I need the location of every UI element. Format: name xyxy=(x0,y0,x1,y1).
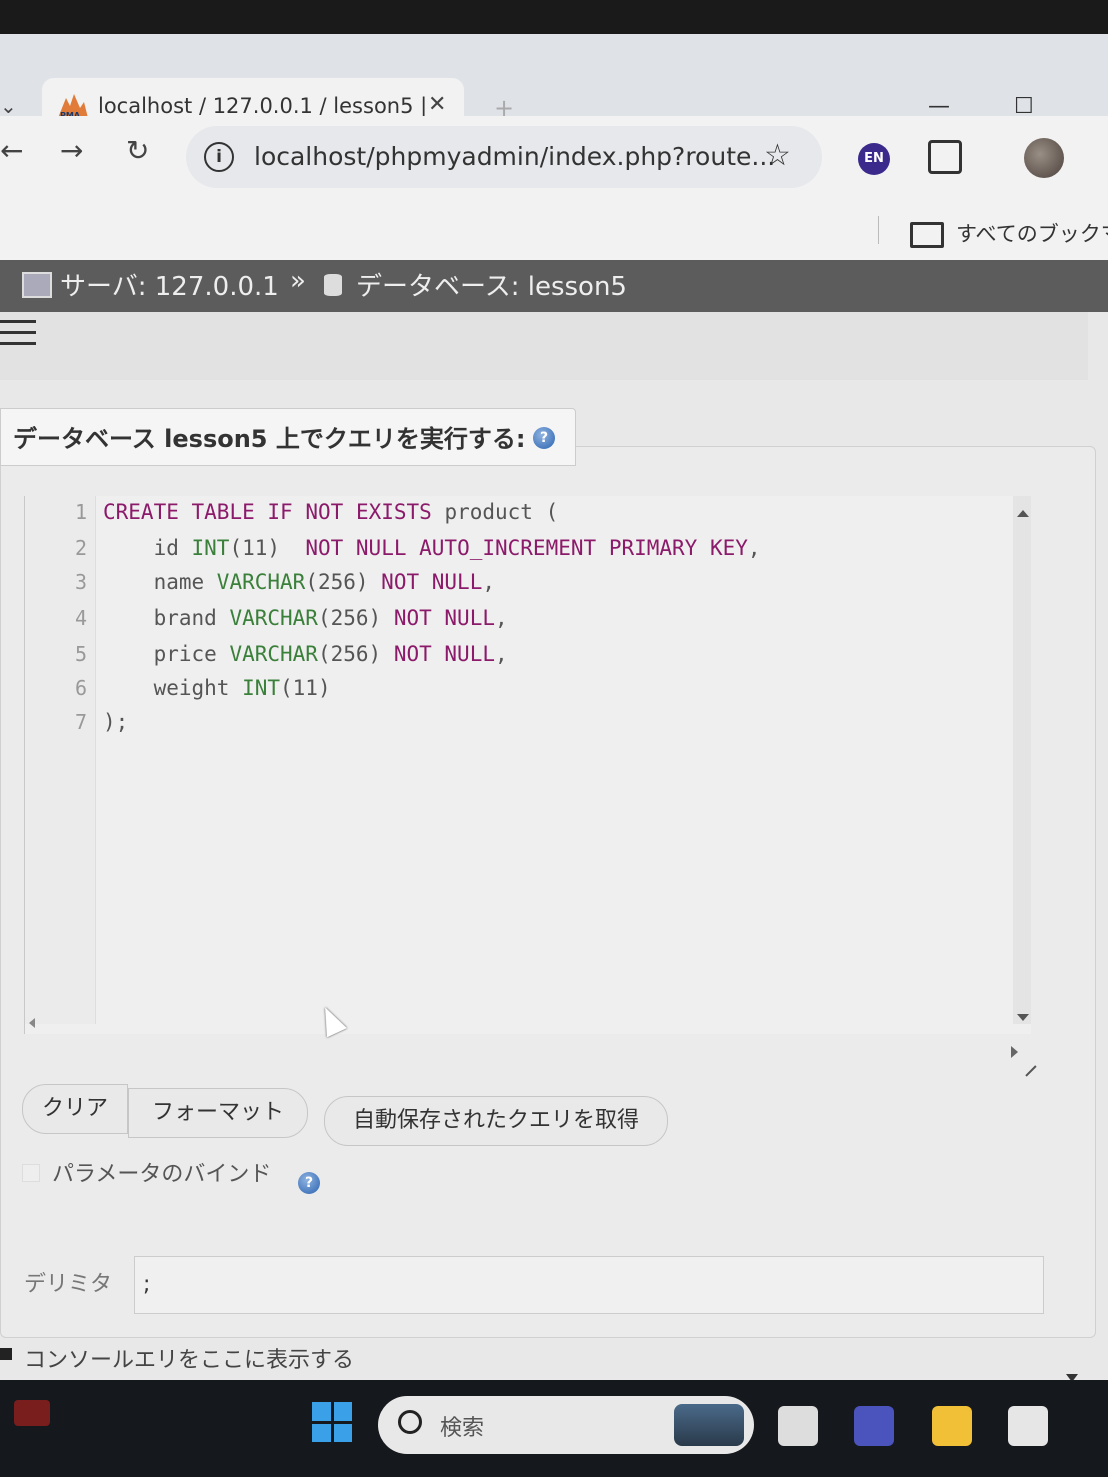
editor-vertical-scrollbar[interactable] xyxy=(1013,496,1031,1024)
code-line[interactable]: name VARCHAR(256) NOT NULL, xyxy=(103,570,495,594)
line-number: 3 xyxy=(74,570,87,594)
clear-button[interactable]: クリア xyxy=(22,1084,128,1134)
bookmark-star-icon[interactable]: ☆ xyxy=(764,138,791,173)
forward-arrow-icon[interactable]: → xyxy=(60,134,83,167)
console-bar[interactable]: コンソールエリをここに表示する xyxy=(0,1336,1094,1380)
tab-close-icon[interactable]: ✕ xyxy=(428,92,446,117)
line-number: 2 xyxy=(74,536,87,560)
code-line[interactable]: CREATE TABLE IF NOT EXISTS product ( xyxy=(103,500,558,524)
scroll-left-icon[interactable] xyxy=(29,1018,35,1028)
windows-start-icon[interactable] xyxy=(312,1402,352,1442)
console-toggle-icon[interactable] xyxy=(0,1348,12,1360)
tab-search-chevron-icon[interactable]: ⌄ xyxy=(0,94,17,118)
monitor-bezel xyxy=(0,0,1108,34)
code-area[interactable]: CREATE TABLE IF NOT EXISTS product ( id … xyxy=(103,496,1013,1024)
all-bookmarks-link[interactable]: すべてのブックマー xyxy=(956,218,1108,248)
windows-taskbar: 検索 xyxy=(0,1380,1108,1477)
tab-strip: ⌄ PMA localhost / 127.0.0.1 / lesson5 | … xyxy=(0,34,1108,150)
search-highlight-image xyxy=(674,1404,744,1446)
code-line[interactable]: id INT(11) NOT NULL AUTO_INCREMENT PRIMA… xyxy=(103,536,761,560)
taskbar-search[interactable]: 検索 xyxy=(378,1396,754,1454)
page-body: データベース lesson5 上でクエリを実行する: ? 1 2 3 4 5 6… xyxy=(0,312,1108,1382)
bookmarks-bar: すべてのブックマー xyxy=(0,198,1108,260)
code-line[interactable]: weight INT(11) xyxy=(103,676,331,700)
delimiter-label: デリミタ xyxy=(24,1272,113,1297)
search-icon xyxy=(398,1410,422,1434)
bind-parameters-checkbox[interactable] xyxy=(22,1164,40,1182)
hamburger-menu-icon[interactable] xyxy=(0,320,36,350)
line-number: 7 xyxy=(74,710,87,734)
file-explorer-icon[interactable] xyxy=(932,1406,972,1446)
server-icon xyxy=(22,272,52,298)
extensions-puzzle-icon[interactable] xyxy=(928,140,962,174)
translate-en-icon[interactable]: EN xyxy=(858,143,890,175)
code-line[interactable]: ); xyxy=(103,710,128,734)
bind-parameters-label: パラメータのバインド xyxy=(52,1162,272,1187)
pma-breadcrumb-bar: サーバ: 127.0.0.1 » データベース: lesson5 xyxy=(0,260,1108,312)
reload-icon[interactable]: ↻ xyxy=(126,134,149,167)
site-info-icon[interactable]: i xyxy=(204,142,234,172)
bookmarks-divider xyxy=(878,216,879,244)
query-legend: データベース lesson5 上でクエリを実行する: ? xyxy=(0,408,576,466)
line-number: 4 xyxy=(74,606,87,630)
top-menu-strip xyxy=(0,312,1088,380)
tab-title: localhost / 127.0.0.1 / lesson5 | xyxy=(98,94,428,118)
task-view-icon[interactable] xyxy=(778,1406,818,1446)
browser-toolbar: ← → ↻ i localhost/phpmyadmin/index.php?r… xyxy=(0,116,1108,198)
breadcrumb-separator: » xyxy=(290,266,306,296)
code-line[interactable]: price VARCHAR(256) NOT NULL, xyxy=(103,642,508,666)
store-icon[interactable] xyxy=(1008,1406,1048,1446)
taskbar-widget-icon[interactable] xyxy=(14,1400,50,1426)
query-title: データベース lesson5 上でクエリを実行する: xyxy=(13,425,526,453)
scroll-up-icon[interactable] xyxy=(1017,510,1029,517)
line-number: 5 xyxy=(74,642,87,666)
delimiter-input[interactable]: ; xyxy=(134,1256,1044,1314)
help-icon[interactable]: ? xyxy=(533,427,555,449)
sql-editor[interactable]: 1 2 3 4 5 6 7 CREATE TABLE IF NOT EXISTS… xyxy=(24,496,1037,1077)
console-text: コンソールエリをここに表示する xyxy=(24,1348,355,1373)
line-number: 1 xyxy=(74,500,87,524)
scroll-down-icon[interactable] xyxy=(1017,1014,1029,1021)
line-number: 6 xyxy=(74,676,87,700)
breadcrumb-server[interactable]: サーバ: 127.0.0.1 xyxy=(60,266,279,303)
scroll-right-icon[interactable] xyxy=(1011,1046,1018,1058)
database-icon xyxy=(324,274,342,296)
breadcrumb-database[interactable]: データベース: lesson5 xyxy=(356,266,627,303)
folder-icon[interactable] xyxy=(910,222,944,248)
url-text[interactable]: localhost/phpmyadmin/index.php?route... xyxy=(254,142,775,171)
profile-avatar[interactable] xyxy=(1024,138,1064,178)
teams-icon[interactable] xyxy=(854,1406,894,1446)
back-arrow-icon[interactable]: ← xyxy=(0,134,23,167)
code-line[interactable]: brand VARCHAR(256) NOT NULL, xyxy=(103,606,508,630)
line-number-gutter: 1 2 3 4 5 6 7 xyxy=(25,496,96,1024)
format-button[interactable]: フォーマット xyxy=(128,1088,308,1138)
taskbar-search-placeholder: 検索 xyxy=(440,1416,485,1441)
bind-help-icon[interactable]: ? xyxy=(298,1172,320,1194)
get-autosaved-query-button[interactable]: 自動保存されたクエリを取得 xyxy=(324,1096,668,1146)
address-bar[interactable]: i localhost/phpmyadmin/index.php?route..… xyxy=(186,126,822,188)
